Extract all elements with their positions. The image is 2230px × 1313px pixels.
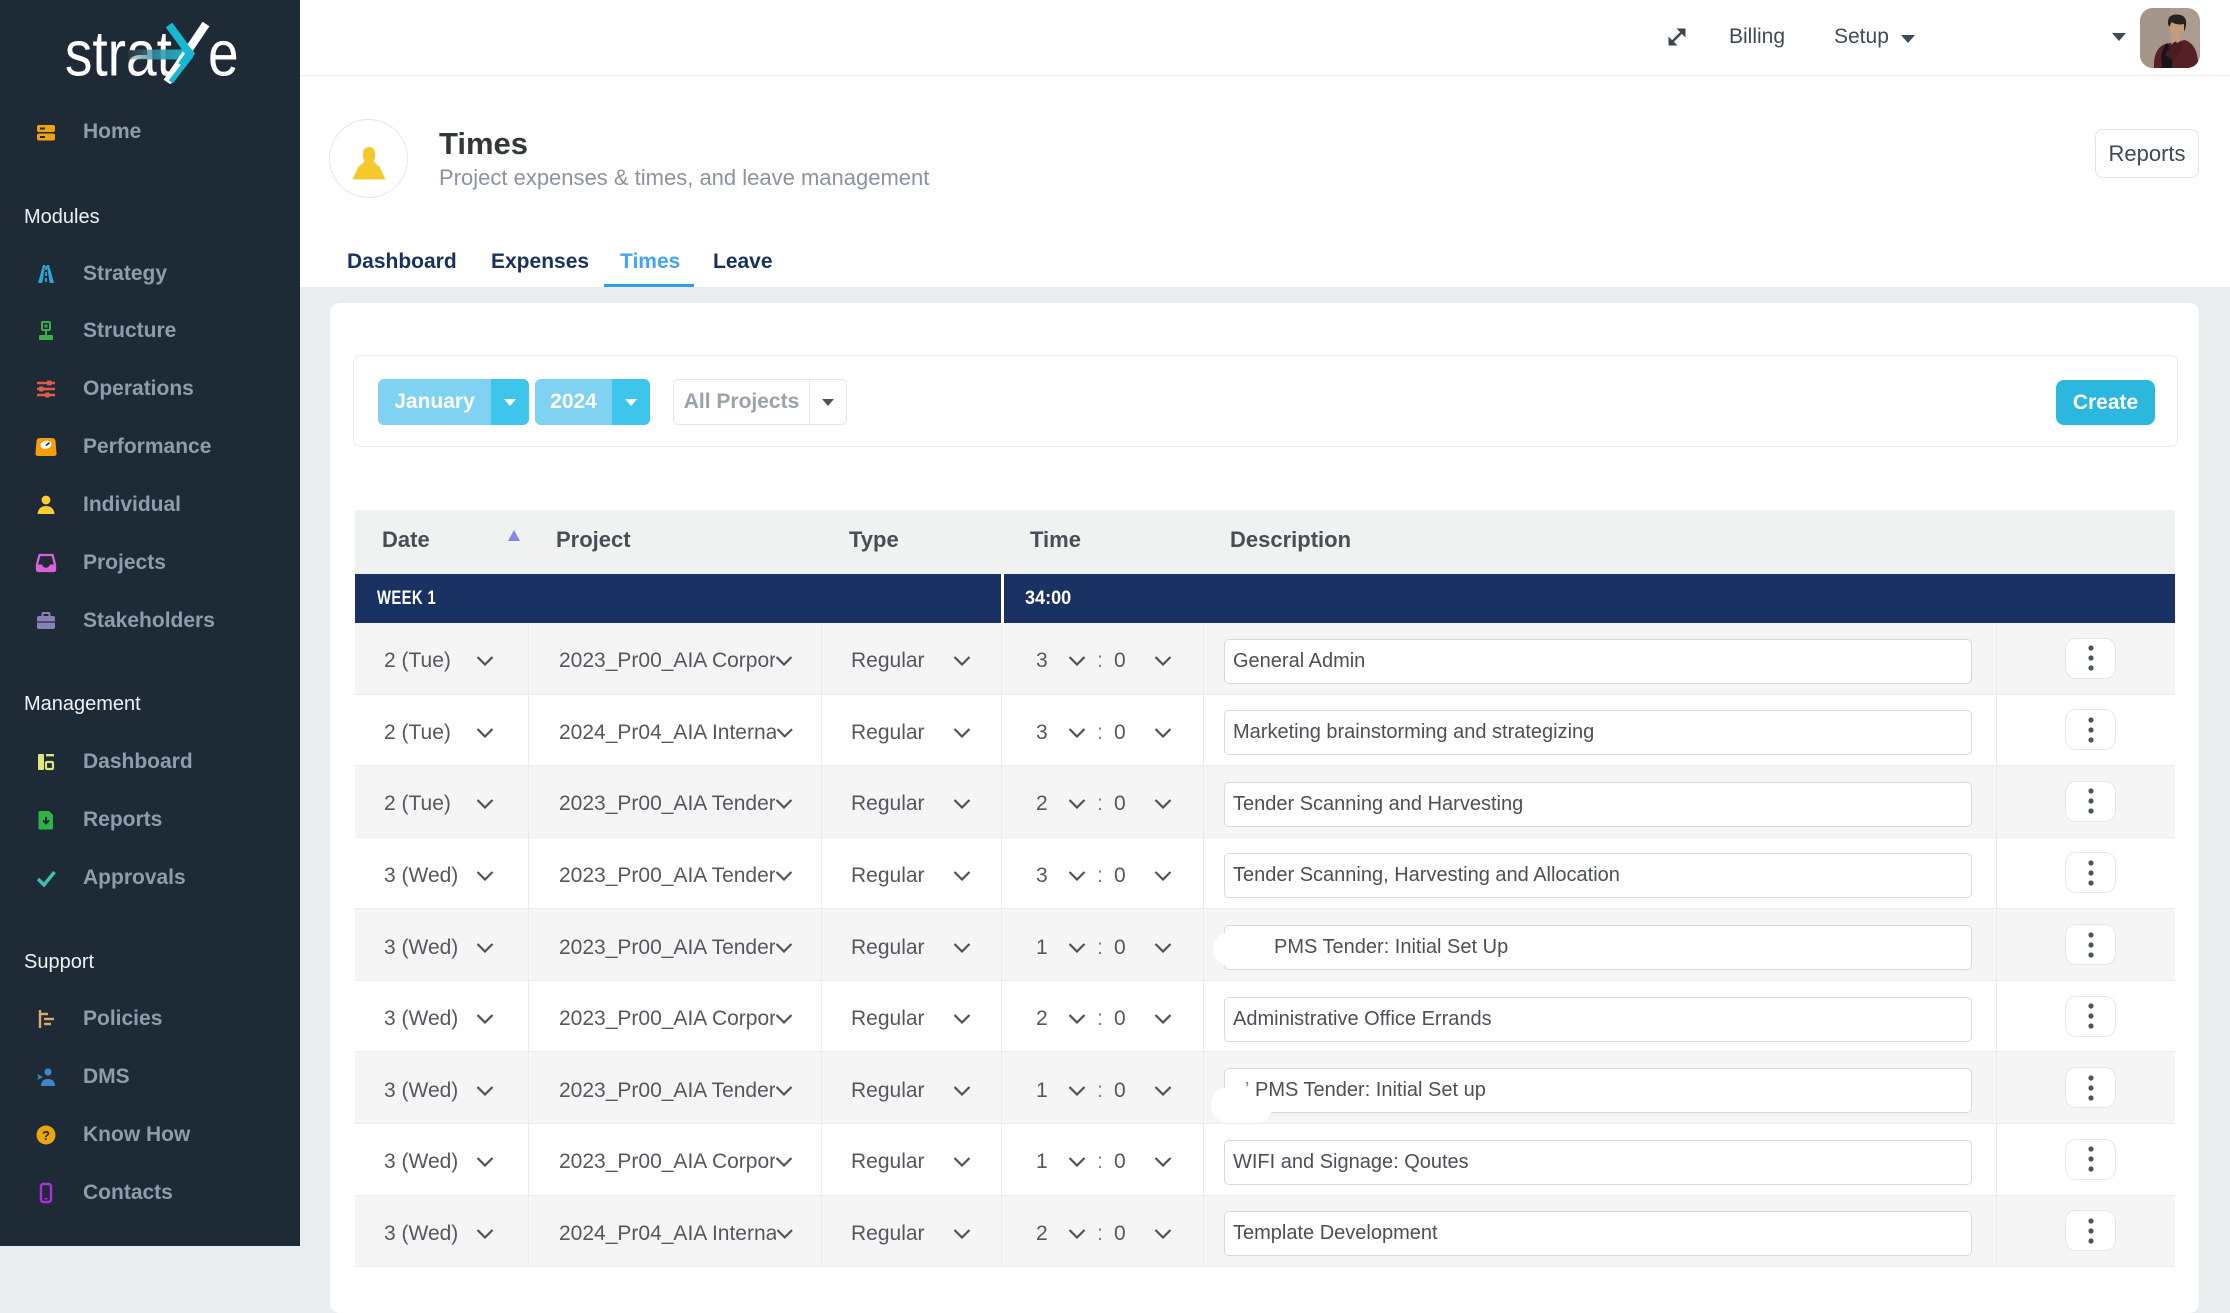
svg-text:?: ? — [42, 1128, 50, 1143]
svg-text:e: e — [208, 18, 239, 84]
